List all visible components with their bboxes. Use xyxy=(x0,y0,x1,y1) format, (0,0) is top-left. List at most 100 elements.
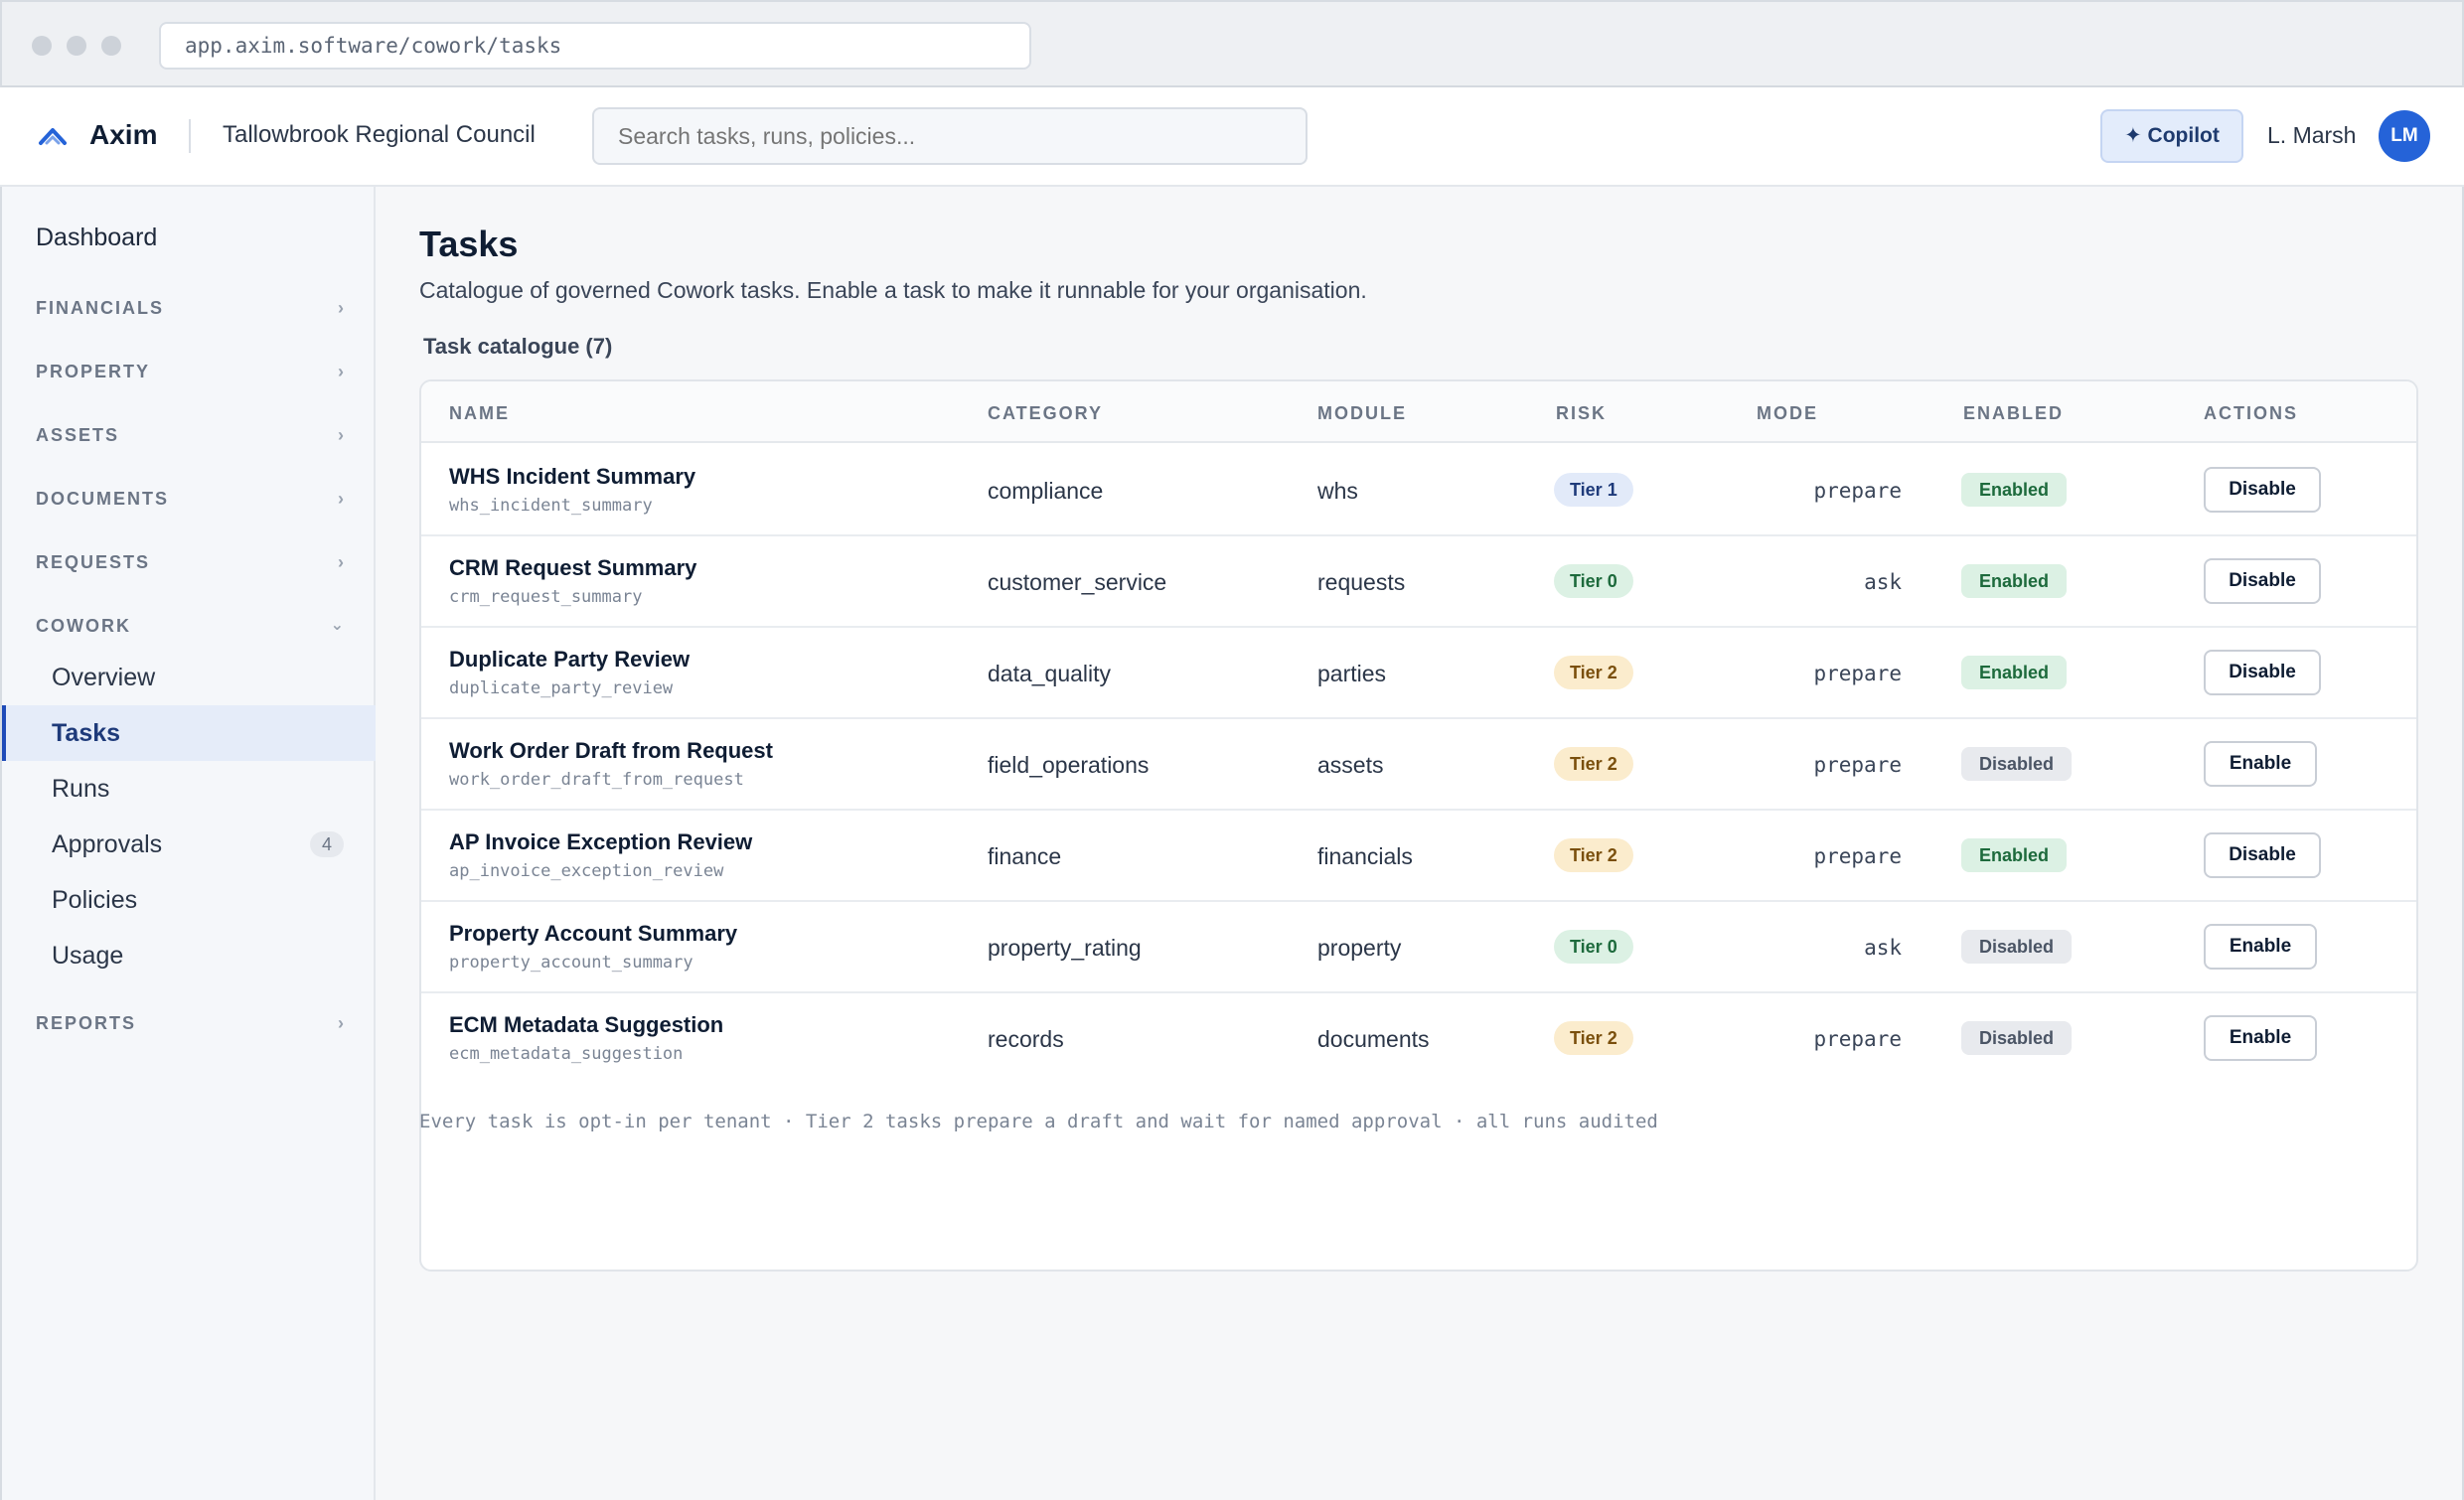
risk-tier-badge: Tier 0 xyxy=(1554,930,1633,964)
enable-task-button[interactable]: Enable xyxy=(2204,1015,2317,1061)
task-category: compliance xyxy=(988,478,1104,504)
table-row[interactable]: WHS Incident Summary whs_incident_summary… xyxy=(421,445,2416,536)
disable-task-button[interactable]: Disable xyxy=(2204,558,2321,604)
disable-task-button[interactable]: Disable xyxy=(2204,650,2321,695)
task-name[interactable]: CRM Request Summary xyxy=(449,554,696,582)
chevron-right-icon: › xyxy=(338,489,344,509)
disable-task-button[interactable]: Disable xyxy=(2204,467,2321,513)
column-header-name[interactable]: NAME xyxy=(449,401,510,425)
sidebar-item-approvals[interactable]: Approvals 4 xyxy=(2,817,376,872)
user-name[interactable]: L. Marsh xyxy=(2267,118,2356,152)
sidebar-section-property[interactable]: PROPERTY › xyxy=(36,360,344,383)
task-category: customer_service xyxy=(988,569,1167,595)
sidebar-item-runs[interactable]: Runs xyxy=(2,761,376,817)
task-name[interactable]: WHS Incident Summary xyxy=(449,463,695,491)
sidebar-item-label: Approvals xyxy=(52,830,163,858)
task-name[interactable]: AP Invoice Exception Review xyxy=(449,828,752,856)
task-mode: prepare xyxy=(1813,844,1902,868)
status-badge: Disabled xyxy=(1961,930,2073,964)
task-name[interactable]: Duplicate Party Review xyxy=(449,646,690,674)
avatar[interactable]: LM xyxy=(2379,110,2430,162)
table-row[interactable]: CRM Request Summary crm_request_summary cu… xyxy=(421,536,2416,628)
section-label: REPORTS xyxy=(36,1013,137,1033)
approvals-count-badge: 4 xyxy=(309,831,344,857)
sidebar-item-label: Runs xyxy=(52,775,110,803)
sidebar-item-usage[interactable]: Usage xyxy=(2,928,376,983)
search-input[interactable] xyxy=(592,107,1308,165)
task-module: documents xyxy=(1317,1026,1430,1052)
axim-logo-icon xyxy=(39,128,67,145)
task-mode: prepare xyxy=(1813,753,1902,777)
column-header-actions: ACTIONS xyxy=(2204,403,2298,423)
task-mode: prepare xyxy=(1813,1027,1902,1051)
sidebar-section-cowork[interactable]: COWORK ⌄ xyxy=(36,614,344,638)
task-category: data_quality xyxy=(988,661,1112,686)
task-key: ecm_metadata_suggestion xyxy=(449,1044,684,1064)
brand-name[interactable]: Axim xyxy=(89,117,157,153)
sidebar-item-label: Tasks xyxy=(52,719,121,747)
sidebar-section-documents[interactable]: DOCUMENTS › xyxy=(36,487,344,511)
task-category: finance xyxy=(988,843,1062,869)
table-row[interactable]: Property Account Summary property_account… xyxy=(421,902,2416,993)
enable-task-button[interactable]: Enable xyxy=(2204,924,2317,970)
window-maximize-dot[interactable] xyxy=(101,36,121,56)
window-close-dot[interactable] xyxy=(32,36,52,56)
section-label: ASSETS xyxy=(36,425,120,445)
risk-tier-badge: Tier 2 xyxy=(1554,747,1633,781)
disable-task-button[interactable]: Disable xyxy=(2204,832,2321,878)
table-row[interactable]: ECM Metadata Suggestion ecm_metadata_sugg… xyxy=(421,993,2416,1085)
task-mode: prepare xyxy=(1813,479,1902,503)
sidebar-item-label: Policies xyxy=(52,886,138,914)
status-badge: Enabled xyxy=(1961,838,2068,872)
section-label: COWORK xyxy=(36,616,131,636)
risk-tier-badge: Tier 2 xyxy=(1554,656,1633,689)
sidebar-section-assets[interactable]: ASSETS › xyxy=(36,423,344,447)
column-header-module[interactable]: MODULE xyxy=(1317,401,1407,425)
sidebar: Dashboard FINANCIALS › PROPERTY › ASSETS… xyxy=(0,187,376,1500)
task-key: work_order_draft_from_request xyxy=(449,770,744,790)
chevron-right-icon: › xyxy=(338,552,344,572)
task-mode: prepare xyxy=(1813,662,1902,685)
sidebar-item-policies[interactable]: Policies xyxy=(2,872,376,928)
task-key: crm_request_summary xyxy=(449,587,643,607)
column-header-enabled[interactable]: ENABLED xyxy=(1963,401,2064,425)
status-badge: Disabled xyxy=(1961,1021,2073,1055)
sidebar-item-label: Overview xyxy=(52,664,156,691)
task-key: duplicate_party_review xyxy=(449,678,674,698)
enable-task-button[interactable]: Enable xyxy=(2204,741,2317,787)
task-key: property_account_summary xyxy=(449,953,693,973)
task-name[interactable]: Property Account Summary xyxy=(449,920,737,948)
risk-tier-badge: Tier 2 xyxy=(1554,1021,1633,1055)
sidebar-item-dashboard[interactable]: Dashboard xyxy=(36,221,157,254)
section-label: REQUESTS xyxy=(36,552,151,572)
copilot-button[interactable]: ✦ Copilot xyxy=(2100,109,2243,163)
task-category: records xyxy=(988,1026,1064,1052)
sidebar-section-financials[interactable]: FINANCIALS › xyxy=(36,296,344,320)
chevron-right-icon: › xyxy=(338,425,344,445)
sidebar-section-reports[interactable]: REPORTS › xyxy=(36,1011,344,1035)
column-header-mode[interactable]: MODE xyxy=(1757,401,1818,425)
task-name[interactable]: Work Order Draft from Request xyxy=(449,737,773,765)
sidebar-item-overview[interactable]: Overview xyxy=(2,650,376,705)
task-mode: ask xyxy=(1864,570,1902,594)
table-row[interactable]: Duplicate Party Review duplicate_party_re… xyxy=(421,628,2416,719)
address-bar[interactable]: app.axim.software/cowork/tasks xyxy=(159,22,1031,70)
sidebar-item-tasks[interactable]: Tasks xyxy=(2,705,376,761)
page-title: Tasks xyxy=(419,224,519,264)
status-badge: Enabled xyxy=(1961,564,2068,598)
task-key: whs_incident_summary xyxy=(449,496,653,516)
window-minimize-dot[interactable] xyxy=(67,36,86,56)
table-row[interactable]: Work Order Draft from Request work_order_… xyxy=(421,719,2416,811)
sidebar-section-requests[interactable]: REQUESTS › xyxy=(36,550,344,574)
organisation-name: Tallowbrook Regional Council xyxy=(223,121,536,148)
risk-tier-badge: Tier 0 xyxy=(1554,564,1633,598)
risk-tier-badge: Tier 2 xyxy=(1554,838,1633,872)
column-header-risk[interactable]: RISK xyxy=(1556,401,1607,425)
task-module: property xyxy=(1317,935,1402,961)
column-header-category[interactable]: CATEGORY xyxy=(988,401,1103,425)
header-divider xyxy=(189,119,191,153)
task-name[interactable]: ECM Metadata Suggestion xyxy=(449,1011,723,1039)
table-row[interactable]: AP Invoice Exception Review ap_invoice_ex… xyxy=(421,811,2416,902)
status-badge: Enabled xyxy=(1961,656,2068,689)
chevron-right-icon: › xyxy=(338,1013,344,1033)
